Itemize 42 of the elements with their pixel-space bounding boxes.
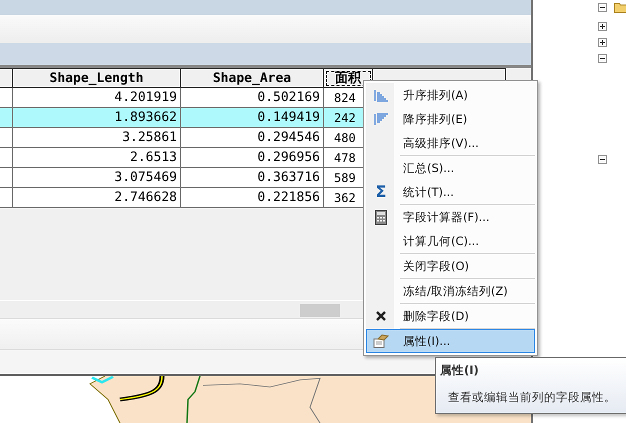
menu-item[interactable]: 字段计算器(F)... — [366, 205, 535, 229]
delete-icon — [376, 311, 386, 321]
table-cell: 0.296956 — [180, 148, 324, 168]
sort-ascending-icon — [374, 88, 388, 102]
table-cell: 0.294546 — [180, 128, 324, 148]
table-cell: 3.075469 — [12, 168, 180, 188]
sigma-icon: Σ — [376, 184, 386, 200]
column-header[interactable]: 面积 — [324, 68, 372, 88]
table-cell: 3.25861 — [12, 128, 180, 148]
table-cell: 4.201919 — [12, 88, 180, 108]
table-cell: 0.149419 — [180, 108, 324, 128]
tooltip-title: 属性(I) — [440, 363, 480, 378]
table-cell: 2.6513 — [12, 148, 180, 168]
collapse-icon[interactable] — [598, 54, 607, 63]
row-selector-cell[interactable] — [0, 108, 12, 128]
collapse-icon[interactable] — [598, 3, 607, 12]
menu-item[interactable]: 属性(I)... — [366, 329, 535, 353]
expand-icon[interactable] — [598, 38, 607, 47]
menu-item[interactable]: 冻结/取消冻结列(Z) — [366, 279, 535, 303]
collapse-icon[interactable] — [598, 155, 607, 164]
table-cell: 0.221856 — [180, 188, 324, 208]
table-cell: 0.502169 — [180, 88, 324, 108]
column-header[interactable]: Shape_Area — [180, 68, 324, 88]
sort-descending-icon — [374, 112, 388, 126]
menu-item[interactable]: 关闭字段(O) — [366, 254, 535, 278]
table-cell: 2.746628 — [12, 188, 180, 208]
row-selector-cell[interactable] — [0, 128, 12, 148]
column-header[interactable]: Shape_Length — [12, 68, 180, 88]
table-cell: 1.893662 — [12, 108, 180, 128]
row-selector-cell[interactable] — [0, 148, 12, 168]
folder-icon — [614, 2, 626, 13]
row-selector-cell[interactable] — [0, 88, 12, 108]
column-header[interactable] — [0, 68, 12, 88]
calculator-icon — [375, 210, 387, 224]
table-cell: 0.363716 — [180, 168, 324, 188]
properties-icon — [373, 334, 389, 348]
row-selector-cell[interactable] — [0, 188, 12, 208]
menu-item[interactable]: 删除字段(D) — [366, 304, 535, 328]
row-selector-cell[interactable] — [0, 168, 12, 188]
menu-item[interactable]: 计算几何(C)... — [366, 229, 535, 253]
expand-icon[interactable] — [598, 22, 607, 31]
tooltip-text: 查看或编辑当前列的字段属性。 — [447, 390, 617, 405]
